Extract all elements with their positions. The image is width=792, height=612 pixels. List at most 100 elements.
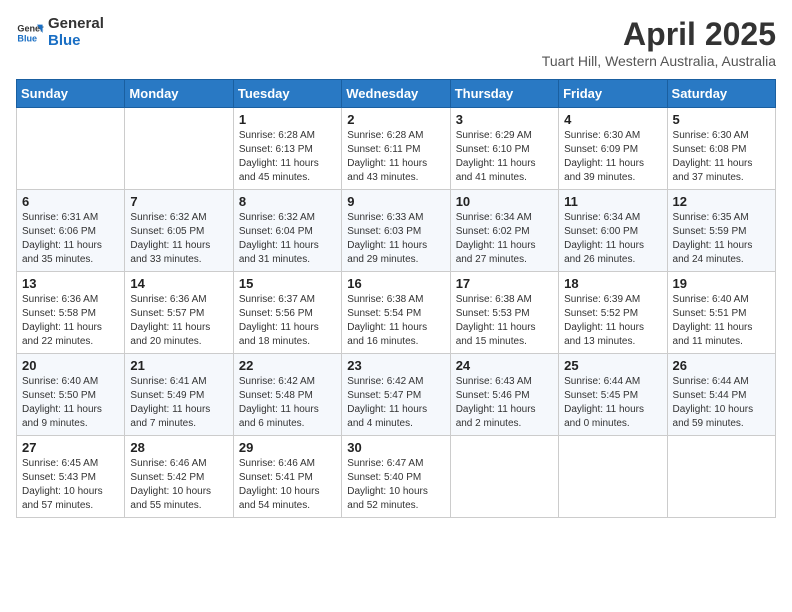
day-number: 23 [347,358,444,373]
day-info: Sunrise: 6:28 AM Sunset: 6:11 PM Dayligh… [347,129,444,185]
svg-text:Blue: Blue [17,33,37,43]
calendar-cell: 17Sunrise: 6:38 AM Sunset: 5:53 PM Dayli… [450,272,558,354]
calendar-cell: 5Sunrise: 6:30 AM Sunset: 6:08 PM Daylig… [667,108,775,190]
day-info: Sunrise: 6:47 AM Sunset: 5:40 PM Dayligh… [347,457,444,513]
day-info: Sunrise: 6:34 AM Sunset: 6:02 PM Dayligh… [456,211,553,267]
day-info: Sunrise: 6:39 AM Sunset: 5:52 PM Dayligh… [564,293,661,349]
weekday-header-row: SundayMondayTuesdayWednesdayThursdayFrid… [17,80,776,108]
day-info: Sunrise: 6:36 AM Sunset: 5:58 PM Dayligh… [22,293,119,349]
day-info: Sunrise: 6:37 AM Sunset: 5:56 PM Dayligh… [239,293,336,349]
calendar-cell: 8 Sunrise: 6:32 AM Sunset: 6:04 PM Daylig… [233,190,341,272]
weekday-header: Monday [125,80,233,108]
calendar-cell: 22Sunrise: 6:42 AM Sunset: 5:48 PM Dayli… [233,354,341,436]
calendar-cell: 26 Sunrise: 6:44 AM Sunset: 5:44 PM Dayli… [667,354,775,436]
calendar-cell: 29 Sunrise: 6:46 AM Sunset: 5:41 PM Dayli… [233,436,341,518]
logo-blue-text: Blue [48,33,104,50]
day-info: Sunrise: 6:33 AM Sunset: 6:03 PM Dayligh… [347,211,444,267]
day-info: Sunrise: 6:44 AM Sunset: 5:45 PM Dayligh… [564,375,661,431]
day-number: 28 [130,440,227,455]
day-info: Sunrise: 6:35 AM Sunset: 5:59 PM Dayligh… [673,211,770,267]
weekday-header: Sunday [17,80,125,108]
day-number: 3 [456,112,553,127]
calendar-week-row: 6Sunrise: 6:31 AM Sunset: 6:06 PM Daylig… [17,190,776,272]
calendar-cell [125,108,233,190]
month-title: April 2025 [542,16,776,53]
logo-general-text: General [48,16,104,33]
day-number: 22 [239,358,336,373]
day-number: 18 [564,276,661,291]
weekday-header: Wednesday [342,80,450,108]
calendar-week-row: 13 Sunrise: 6:36 AM Sunset: 5:58 PM Dayli… [17,272,776,354]
day-number: 8 [239,194,336,209]
calendar-cell [450,436,558,518]
calendar-cell: 11 Sunrise: 6:34 AM Sunset: 6:00 PM Dayli… [559,190,667,272]
calendar-cell: 14 Sunrise: 6:36 AM Sunset: 5:57 PM Dayli… [125,272,233,354]
calendar-table: SundayMondayTuesdayWednesdayThursdayFrid… [16,79,776,518]
calendar-cell: 12 Sunrise: 6:35 AM Sunset: 5:59 PM Dayli… [667,190,775,272]
calendar-cell: 28 Sunrise: 6:46 AM Sunset: 5:42 PM Dayli… [125,436,233,518]
calendar-cell: 3 Sunrise: 6:29 AM Sunset: 6:10 PM Daylig… [450,108,558,190]
day-number: 10 [456,194,553,209]
calendar-cell [17,108,125,190]
day-info: Sunrise: 6:41 AM Sunset: 5:49 PM Dayligh… [130,375,227,431]
day-number: 19 [673,276,770,291]
day-info: Sunrise: 6:46 AM Sunset: 5:41 PM Dayligh… [239,457,336,513]
day-info: Sunrise: 6:46 AM Sunset: 5:42 PM Dayligh… [130,457,227,513]
calendar-cell: 16 Sunrise: 6:38 AM Sunset: 5:54 PM Dayli… [342,272,450,354]
day-number: 11 [564,194,661,209]
day-info: Sunrise: 6:38 AM Sunset: 5:53 PM Dayligh… [456,293,553,349]
day-number: 29 [239,440,336,455]
day-number: 30 [347,440,444,455]
day-info: Sunrise: 6:28 AM Sunset: 6:13 PM Dayligh… [239,129,336,185]
calendar-cell [559,436,667,518]
calendar-week-row: 20Sunrise: 6:40 AM Sunset: 5:50 PM Dayli… [17,354,776,436]
location-subtitle: Tuart Hill, Western Australia, Australia [542,53,776,69]
calendar-cell: 27 Sunrise: 6:45 AM Sunset: 5:43 PM Dayli… [17,436,125,518]
calendar-week-row: 1 Sunrise: 6:28 AM Sunset: 6:13 PM Daylig… [17,108,776,190]
day-info: Sunrise: 6:36 AM Sunset: 5:57 PM Dayligh… [130,293,227,349]
day-number: 25 [564,358,661,373]
title-block: April 2025 Tuart Hill, Western Australia… [542,16,776,69]
day-number: 7 [130,194,227,209]
calendar-cell: 23Sunrise: 6:42 AM Sunset: 5:47 PM Dayli… [342,354,450,436]
weekday-header: Friday [559,80,667,108]
day-number: 13 [22,276,119,291]
day-info: Sunrise: 6:30 AM Sunset: 6:08 PM Dayligh… [673,129,770,185]
calendar-cell: 13 Sunrise: 6:36 AM Sunset: 5:58 PM Dayli… [17,272,125,354]
day-info: Sunrise: 6:32 AM Sunset: 6:04 PM Dayligh… [239,211,336,267]
day-info: Sunrise: 6:45 AM Sunset: 5:43 PM Dayligh… [22,457,119,513]
day-info: Sunrise: 6:29 AM Sunset: 6:10 PM Dayligh… [456,129,553,185]
day-number: 1 [239,112,336,127]
day-info: Sunrise: 6:40 AM Sunset: 5:50 PM Dayligh… [22,375,119,431]
day-number: 9 [347,194,444,209]
day-number: 12 [673,194,770,209]
calendar-cell: 24Sunrise: 6:43 AM Sunset: 5:46 PM Dayli… [450,354,558,436]
day-number: 2 [347,112,444,127]
day-info: Sunrise: 6:38 AM Sunset: 5:54 PM Dayligh… [347,293,444,349]
day-number: 14 [130,276,227,291]
calendar-cell: 10 Sunrise: 6:34 AM Sunset: 6:02 PM Dayli… [450,190,558,272]
weekday-header: Tuesday [233,80,341,108]
calendar-cell: 7Sunrise: 6:32 AM Sunset: 6:05 PM Daylig… [125,190,233,272]
day-number: 26 [673,358,770,373]
weekday-header: Saturday [667,80,775,108]
logo-icon: General Blue [16,19,44,47]
day-info: Sunrise: 6:31 AM Sunset: 6:06 PM Dayligh… [22,211,119,267]
day-info: Sunrise: 6:44 AM Sunset: 5:44 PM Dayligh… [673,375,770,431]
day-info: Sunrise: 6:34 AM Sunset: 6:00 PM Dayligh… [564,211,661,267]
calendar-cell: 4 Sunrise: 6:30 AM Sunset: 6:09 PM Daylig… [559,108,667,190]
calendar-cell [667,436,775,518]
day-number: 16 [347,276,444,291]
day-number: 27 [22,440,119,455]
day-info: Sunrise: 6:40 AM Sunset: 5:51 PM Dayligh… [673,293,770,349]
calendar-cell: 15Sunrise: 6:37 AM Sunset: 5:56 PM Dayli… [233,272,341,354]
calendar-cell: 25 Sunrise: 6:44 AM Sunset: 5:45 PM Dayli… [559,354,667,436]
day-number: 21 [130,358,227,373]
calendar-cell: 2 Sunrise: 6:28 AM Sunset: 6:11 PM Daylig… [342,108,450,190]
day-info: Sunrise: 6:43 AM Sunset: 5:46 PM Dayligh… [456,375,553,431]
calendar-cell: 19 Sunrise: 6:40 AM Sunset: 5:51 PM Dayli… [667,272,775,354]
calendar-week-row: 27 Sunrise: 6:45 AM Sunset: 5:43 PM Dayli… [17,436,776,518]
day-info: Sunrise: 6:30 AM Sunset: 6:09 PM Dayligh… [564,129,661,185]
day-number: 4 [564,112,661,127]
calendar-cell: 1 Sunrise: 6:28 AM Sunset: 6:13 PM Daylig… [233,108,341,190]
